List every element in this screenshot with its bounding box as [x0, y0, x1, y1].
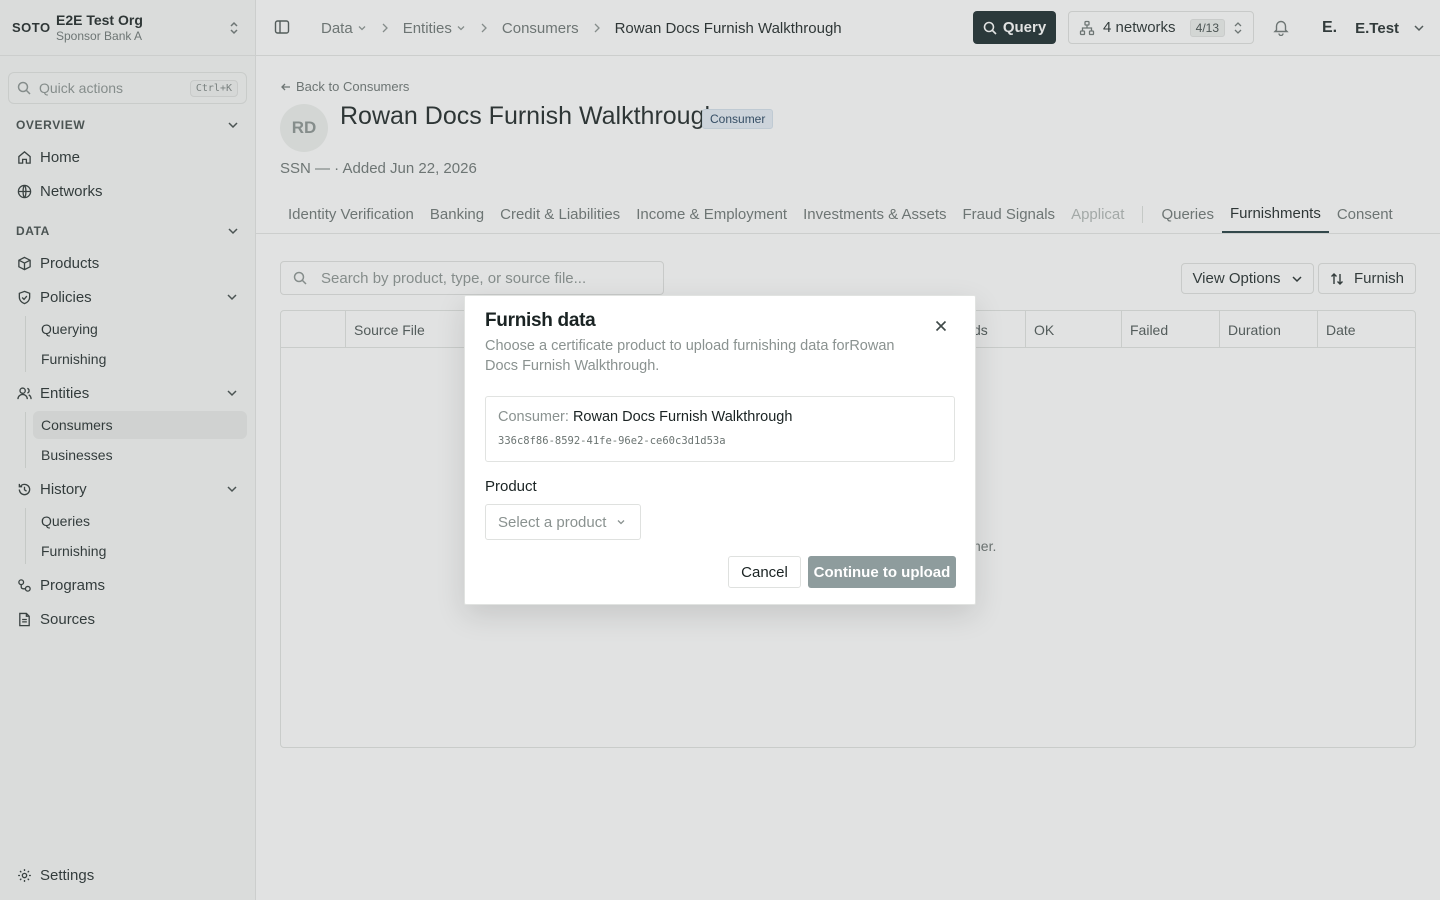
continue-to-upload-button[interactable]: Continue to upload	[808, 556, 956, 588]
chevron-down-icon	[617, 520, 625, 525]
consumer-label: Consumer:	[498, 409, 569, 425]
cancel-button[interactable]: Cancel	[728, 556, 801, 588]
close-icon[interactable]	[933, 318, 949, 334]
product-label: Product	[485, 478, 537, 495]
product-select[interactable]: Select a product	[485, 504, 641, 540]
dialog-title: Furnish data	[485, 310, 596, 331]
consumer-id: 336c8f86-8592-41fe-96e2-ce60c3d1d53a	[498, 435, 726, 447]
furnish-data-dialog: Furnish data Choose a certificate produc…	[464, 295, 976, 605]
consumer-info-box: Consumer: Rowan Docs Furnish Walkthrough…	[485, 396, 955, 462]
consumer-name: Rowan Docs Furnish Walkthrough	[572, 409, 793, 425]
dialog-description: Choose a certificate product to upload f…	[485, 338, 895, 374]
